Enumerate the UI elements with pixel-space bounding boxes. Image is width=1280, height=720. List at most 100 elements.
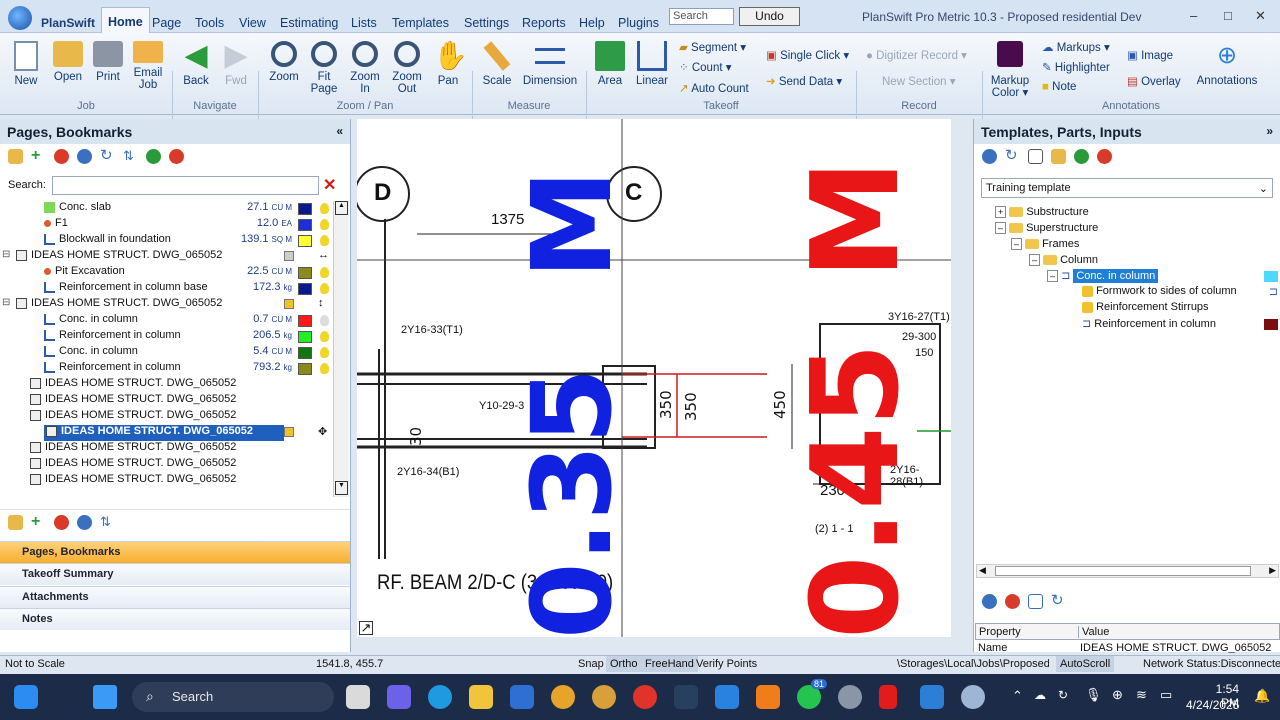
email-job-button[interactable]: Email Job — [128, 41, 168, 91]
clock-date[interactable]: 4/24/2025 — [1186, 698, 1239, 712]
pan-button[interactable]: ✋ Pan — [430, 41, 468, 88]
color-swatch[interactable] — [298, 347, 312, 359]
menu-settings[interactable]: Settings — [464, 16, 509, 30]
scroll-up-icon[interactable]: ▲ — [335, 201, 348, 215]
tree-item-stirrups[interactable]: Reinforcement Stirrups — [1082, 301, 1209, 313]
zoom-out-button[interactable]: Zoom Out — [389, 41, 425, 95]
digitizer-record-button[interactable]: ● Digitizer Record ▾ — [866, 48, 967, 62]
forward-button[interactable]: ▶ Fwd — [220, 41, 252, 88]
collapse-panel-icon[interactable]: » — [1266, 124, 1273, 138]
menu-lists[interactable]: Lists — [351, 16, 377, 30]
collapse-icon[interactable]: ⊟ — [2, 249, 10, 260]
planswift-logo-icon[interactable] — [8, 6, 32, 30]
tree-item-formwork[interactable]: Formwork to sides of column ⊐ — [1082, 285, 1280, 298]
image-button[interactable]: ▣ Image — [1127, 48, 1173, 62]
takeoff-item-row[interactable]: Reinforcement in column — [44, 361, 181, 377]
color-swatch[interactable] — [298, 219, 312, 231]
language-icon[interactable]: ⊕ — [1112, 687, 1123, 703]
gear-icon[interactable] — [982, 149, 997, 164]
taskbar-search[interactable]: ⌕ Search — [132, 682, 334, 712]
open-button[interactable]: Open — [50, 41, 86, 83]
visibility-bulb-icon[interactable] — [320, 219, 329, 230]
clear-search-icon[interactable]: ✕ — [323, 175, 336, 195]
gear-icon[interactable] — [77, 515, 92, 530]
maximize-icon[interactable]: □ — [1224, 8, 1232, 23]
menu-reports[interactable]: Reports — [522, 16, 566, 30]
page-row[interactable]: ⊟ IDEAS HOME STRUCT. DWG_065052 — [2, 249, 222, 265]
app-active-icon[interactable] — [961, 685, 985, 709]
page-tag-icon[interactable] — [284, 299, 294, 309]
orientation-icon[interactable]: ✥ — [318, 425, 327, 438]
autoscroll-toggle[interactable]: AutoScroll — [1056, 656, 1115, 672]
vlc-icon[interactable] — [756, 685, 780, 709]
markups-button[interactable]: ☁ Markups ▾ — [1042, 40, 1110, 54]
takeoff-item-row[interactable]: Pit Excavation — [44, 265, 125, 281]
sort-icon[interactable]: ⇅ — [100, 515, 115, 530]
grid-icon[interactable] — [1028, 594, 1043, 609]
color-swatch[interactable] — [298, 363, 312, 375]
folder-icon[interactable] — [8, 515, 23, 530]
delete-icon[interactable] — [1005, 594, 1020, 609]
auto-count-button[interactable]: ↗ Auto Count — [679, 81, 749, 95]
settings-icon[interactable] — [838, 685, 862, 709]
add-circle-icon[interactable] — [1074, 149, 1089, 164]
refresh-icon[interactable]: ↻ — [1005, 148, 1020, 164]
notifications-icon[interactable]: 🔔 — [1254, 688, 1270, 704]
scroll-thumb[interactable] — [995, 566, 1251, 576]
delete-icon[interactable] — [54, 515, 69, 530]
scale-button[interactable]: Scale — [480, 41, 514, 87]
split-icon[interactable] — [1028, 149, 1043, 164]
zoom-button[interactable]: Zoom — [266, 41, 302, 83]
tray-chevron-icon[interactable]: ⌃ — [1012, 688, 1023, 704]
page-row[interactable]: IDEAS HOME STRUCT. DWG_065052 — [44, 425, 284, 441]
store-icon[interactable] — [510, 685, 534, 709]
undo-button[interactable]: Undo — [739, 7, 800, 26]
scroll-down-icon[interactable]: ▼ — [335, 481, 348, 495]
page-tag-icon[interactable] — [284, 251, 294, 261]
folder-icon[interactable] — [8, 149, 23, 164]
menu-page[interactable]: Page — [152, 16, 181, 30]
gear-icon[interactable] — [77, 149, 92, 164]
takeoff-item-row[interactable]: Blockwall in foundation — [44, 233, 171, 249]
whatsapp-icon[interactable]: 81 — [797, 679, 828, 709]
tree-item-column[interactable]: – Column — [1029, 254, 1098, 266]
visibility-bulb-icon[interactable] — [320, 363, 329, 374]
scroll-left-icon[interactable]: ◀ — [979, 565, 986, 576]
widgets-icon[interactable] — [14, 685, 38, 709]
page-row[interactable]: IDEAS HOME STRUCT. DWG_065052 — [30, 377, 236, 393]
annotations-button[interactable]: ⊕ Annotations — [1194, 41, 1260, 87]
collapse-icon[interactable]: ⊟ — [2, 297, 10, 308]
tree-item-superstructure[interactable]: – Superstructure — [995, 222, 1098, 234]
remove-circle-icon[interactable] — [1097, 149, 1112, 164]
collapse-icon[interactable]: – — [1047, 270, 1059, 282]
add-icon[interactable]: + — [31, 148, 46, 164]
overlay-button[interactable]: ▤ Overlay — [1127, 74, 1181, 88]
drawing-canvas[interactable]: D C 1375 2Y16-33(T1) Y10-29-3 2Y16-34(B1… — [357, 119, 951, 637]
refresh-icon[interactable]: ↻ — [1051, 593, 1066, 609]
segment-button[interactable]: ▰ Segment ▾ — [679, 40, 746, 54]
page-row[interactable]: IDEAS HOME STRUCT. DWG_065052 — [30, 457, 236, 473]
vpn-icon[interactable] — [592, 685, 616, 709]
visibility-bulb-icon[interactable] — [320, 347, 329, 358]
sort-icon[interactable]: ⇅ — [123, 149, 138, 164]
menu-view[interactable]: View — [239, 16, 266, 30]
chrome-icon[interactable] — [551, 685, 575, 709]
visibility-bulb-icon[interactable] — [320, 267, 329, 278]
horizontal-scrollbar[interactable]: ◀ ▶ — [976, 564, 1279, 578]
takeoff-item-row[interactable]: Reinforcement in column base — [44, 281, 208, 297]
highlighter-button[interactable]: ✎ Highlighter — [1042, 60, 1110, 74]
linear-button[interactable]: Linear — [634, 41, 670, 87]
ortho-toggle[interactable]: Ortho — [606, 656, 642, 672]
edge-icon[interactable] — [428, 685, 452, 709]
area-button[interactable]: Area — [594, 41, 626, 87]
add-circle-icon[interactable] — [146, 149, 161, 164]
orientation-icon[interactable]: ↕ — [318, 297, 324, 309]
opera-icon[interactable] — [633, 685, 657, 709]
nav-notes[interactable]: Notes — [0, 608, 350, 630]
collapse-panel-icon[interactable]: « — [336, 124, 343, 138]
add-icon[interactable]: + — [31, 514, 46, 530]
expand-icon[interactable]: + — [995, 206, 1007, 218]
back-button[interactable]: ◀ Back — [180, 41, 212, 88]
color-swatch[interactable] — [298, 235, 312, 247]
page-row[interactable]: ⊟ IDEAS HOME STRUCT. DWG_065052 — [2, 297, 222, 313]
